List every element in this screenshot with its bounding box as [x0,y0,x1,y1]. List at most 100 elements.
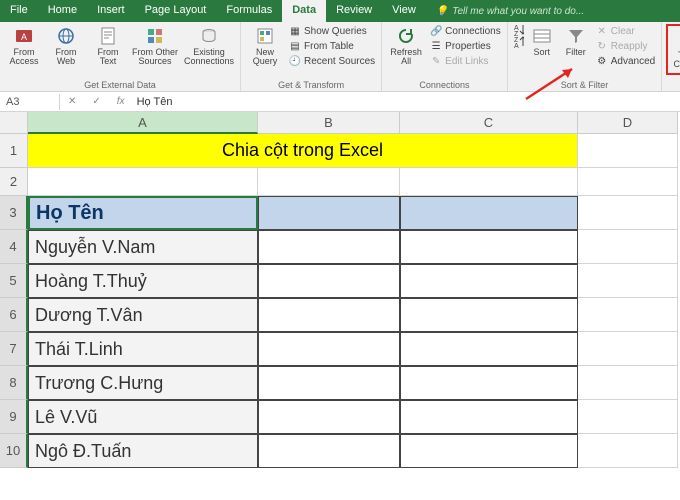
cell-a2[interactable] [28,168,258,196]
formula-bar: A3 ✕ ✓ fx Họ Tên [0,92,680,112]
text-to-columns-button[interactable]: Text toColumns [669,27,680,72]
cell-c2[interactable] [400,168,578,196]
row-header-5[interactable]: 5 [0,264,28,298]
cell-c8[interactable] [400,366,578,400]
advanced-label: Advanced [611,56,655,67]
tab-formulas[interactable]: Formulas [216,0,282,22]
reapply-icon: ↻ [596,40,608,52]
tab-data[interactable]: Data [282,0,326,22]
cell-d10[interactable] [578,434,678,468]
from-table-label: From Table [304,41,354,52]
tab-home[interactable]: Home [38,0,87,22]
cell-a10[interactable]: Ngô Đ.Tuấn [28,434,258,468]
cell-d9[interactable] [578,400,678,434]
from-web-button[interactable]: FromWeb [46,24,86,69]
cell-a3[interactable]: Họ Tên [28,196,258,230]
row-header-6[interactable]: 6 [0,298,28,332]
row-header-9[interactable]: 9 [0,400,28,434]
recent-sources-button[interactable]: 🕘Recent Sources [287,54,377,68]
cell-c3[interactable] [400,196,578,230]
cell-d6[interactable] [578,298,678,332]
tab-view[interactable]: View [382,0,426,22]
tab-insert[interactable]: Insert [87,0,135,22]
clear-button[interactable]: ✕Clear [594,24,657,38]
cell-b5[interactable] [258,264,400,298]
row-header-7[interactable]: 7 [0,332,28,366]
cell-c6[interactable] [400,298,578,332]
cancel-fx-icon[interactable]: ✕ [64,96,80,107]
cell-a7[interactable]: Thái T.Linh [28,332,258,366]
from-table-button[interactable]: ▤From Table [287,39,377,53]
cell-d7[interactable] [578,332,678,366]
fx-icon[interactable]: fx [113,96,129,107]
refresh-all-button[interactable]: RefreshAll [386,24,426,69]
cell-b9[interactable] [258,400,400,434]
select-all-corner[interactable] [0,112,28,134]
cell-a8[interactable]: Trương C.Hưng [28,366,258,400]
cell-b10[interactable] [258,434,400,468]
tab-review[interactable]: Review [326,0,382,22]
name-box[interactable]: A3 [0,94,60,110]
group-label-gt: Get & Transform [245,80,377,91]
cell-b2[interactable] [258,168,400,196]
reapply-button[interactable]: ↻Reapply [594,39,657,53]
col-header-b[interactable]: B [258,112,400,134]
from-text-button[interactable]: FromText [88,24,128,69]
sort-button[interactable]: Sort [526,24,558,59]
cell-b3[interactable] [258,196,400,230]
cell-b6[interactable] [258,298,400,332]
row-header-3[interactable]: 3 [0,196,28,230]
col-header-c[interactable]: C [400,112,578,134]
tab-file[interactable]: File [0,0,38,22]
cell-d8[interactable] [578,366,678,400]
enter-fx-icon[interactable]: ✓ [88,96,104,107]
svg-text:A: A [514,43,519,49]
col-header-d[interactable]: D [578,112,678,134]
cell-a5[interactable]: Hoàng T.Thuỷ [28,264,258,298]
sort-za-button[interactable]: ZA [512,36,524,48]
recent-icon: 🕘 [289,55,301,67]
cell-c5[interactable] [400,264,578,298]
cell-d2[interactable] [578,168,678,196]
cell-a9[interactable]: Lê V.Vũ [28,400,258,434]
cell-c10[interactable] [400,434,578,468]
editlinks-icon: ✎ [430,55,442,67]
cell-c7[interactable] [400,332,578,366]
row-header-8[interactable]: 8 [0,366,28,400]
properties-button[interactable]: ☰Properties [428,39,503,53]
row-header-4[interactable]: 4 [0,230,28,264]
existing-connections-button[interactable]: ExistingConnections [182,24,236,69]
filter-icon [566,26,586,46]
sort-icon [532,26,552,46]
formula-input[interactable]: Họ Tên [137,96,173,108]
cell-title-merged[interactable]: Chia cột trong Excel [28,134,578,168]
cell-d1[interactable] [578,134,678,168]
connections-button[interactable]: 🔗Connections [428,24,503,38]
from-other-sources-button[interactable]: From OtherSources [130,24,180,69]
filter-label: Filter [566,48,586,57]
tell-me[interactable]: 💡 Tell me what you want to do... [426,0,594,22]
row-header-10[interactable]: 10 [0,434,28,468]
cell-a6[interactable]: Dương T.Vân [28,298,258,332]
queries-icon: ▦ [289,25,301,37]
filter-button[interactable]: Filter [560,24,592,59]
cell-b7[interactable] [258,332,400,366]
edit-links-button[interactable]: ✎Edit Links [428,54,503,68]
cell-a4[interactable]: Nguyễn V.Nam [28,230,258,264]
tab-page-layout[interactable]: Page Layout [135,0,217,22]
from-access-button[interactable]: A FromAccess [4,24,44,69]
advanced-button[interactable]: ⚙Advanced [594,54,657,68]
cell-c4[interactable] [400,230,578,264]
show-queries-button[interactable]: ▦Show Queries [287,24,377,38]
new-query-button[interactable]: NewQuery [245,24,285,69]
col-header-a[interactable]: A [28,112,258,134]
row-header-2[interactable]: 2 [0,168,28,196]
cell-d5[interactable] [578,264,678,298]
cell-c9[interactable] [400,400,578,434]
row-header-1[interactable]: 1 [0,134,28,168]
cell-b4[interactable] [258,230,400,264]
cell-d3[interactable] [578,196,678,230]
cell-d4[interactable] [578,230,678,264]
refresh-icon [396,26,416,46]
cell-b8[interactable] [258,366,400,400]
